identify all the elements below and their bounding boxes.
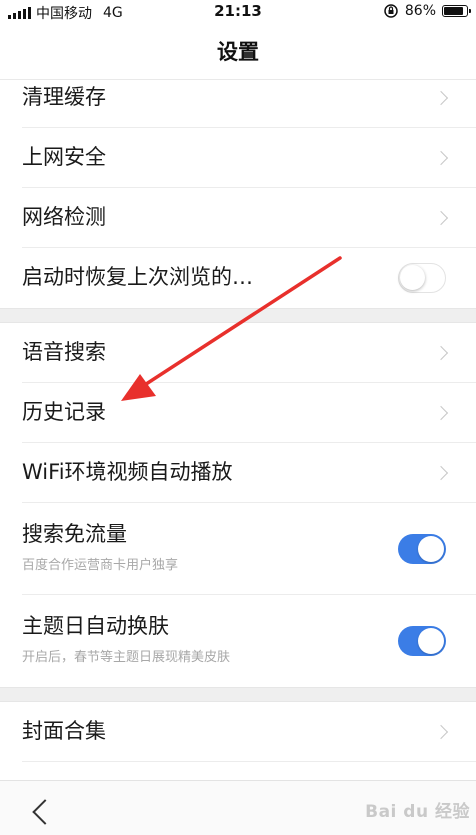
back-arrow-icon[interactable] <box>32 799 58 825</box>
page-title: 设置 <box>0 24 476 80</box>
chevron-right-icon <box>433 405 449 420</box>
settings-list: 清理缓存 上网安全 网络检测 启动时恢复上次浏览的… 语音搜索 历史记录 WiF… <box>0 80 476 780</box>
settings-item-clear-cache[interactable]: 清理缓存 <box>22 80 476 128</box>
settings-item-about-us[interactable]: 关于我们 <box>22 762 476 780</box>
battery-icon <box>442 5 471 17</box>
settings-item-label: 关于我们 <box>22 762 106 780</box>
orientation-lock-icon <box>384 4 398 18</box>
free-data-search-toggle[interactable] <box>398 533 446 564</box>
settings-item-label: WiFi环境视频自动播放 <box>22 460 233 484</box>
chevron-right-icon <box>433 345 449 360</box>
settings-item-description: 开启后，春节等主题日展现精美皮肤 <box>22 650 231 665</box>
settings-item-network-check[interactable]: 网络检测 <box>22 188 476 248</box>
settings-item-web-security[interactable]: 上网安全 <box>22 128 476 188</box>
settings-item-label: 上网安全 <box>22 145 106 169</box>
chevron-right-icon <box>433 90 449 105</box>
settings-item-cover-collection[interactable]: 封面合集 <box>22 702 476 762</box>
battery-percent: 86% <box>404 3 436 19</box>
status-right: 86% <box>383 3 471 19</box>
settings-item-restore-browsing: 启动时恢复上次浏览的… <box>22 248 476 308</box>
toggle-knob <box>418 628 444 654</box>
chevron-right-icon <box>433 465 449 480</box>
theme-day-skin-toggle[interactable] <box>398 626 446 656</box>
settings-item-label: 历史记录 <box>22 400 106 424</box>
settings-item-label: 搜索免流量 <box>22 522 127 546</box>
settings-item-label: 启动时恢复上次浏览的… <box>22 265 253 289</box>
settings-item-history[interactable]: 历史记录 <box>22 383 476 443</box>
settings-item-theme-day-skin: 主题日自动换肤 开启后，春节等主题日展现精美皮肤 <box>22 595 476 687</box>
toggle-knob <box>418 535 444 562</box>
settings-item-free-data-search: 搜索免流量 百度合作运营商卡用户独享 <box>22 503 476 595</box>
settings-item-label: 网络检测 <box>22 205 106 229</box>
chevron-right-icon <box>433 724 449 739</box>
chevron-right-icon <box>433 210 449 225</box>
settings-item-label: 语音搜索 <box>22 340 106 364</box>
settings-item-voice-search[interactable]: 语音搜索 <box>22 323 476 383</box>
settings-item-description: 百度合作运营商卡用户独享 <box>22 558 179 573</box>
bottom-toolbar: Bai du 经验 <box>0 780 476 835</box>
settings-item-label: 封面合集 <box>22 719 106 743</box>
chevron-right-icon <box>433 150 449 165</box>
toggle-knob <box>400 265 425 290</box>
section-divider <box>0 687 476 702</box>
settings-item-label: 主题日自动换肤 <box>22 614 169 638</box>
watermark: Bai du 经验 <box>365 802 470 822</box>
restore-browsing-toggle[interactable] <box>398 263 446 293</box>
settings-item-wifi-autoplay[interactable]: WiFi环境视频自动播放 <box>22 443 476 503</box>
section-divider <box>0 308 476 323</box>
status-bar: 中国移动 4G 21:13 86% <box>0 0 476 24</box>
settings-item-label: 清理缓存 <box>22 85 106 109</box>
